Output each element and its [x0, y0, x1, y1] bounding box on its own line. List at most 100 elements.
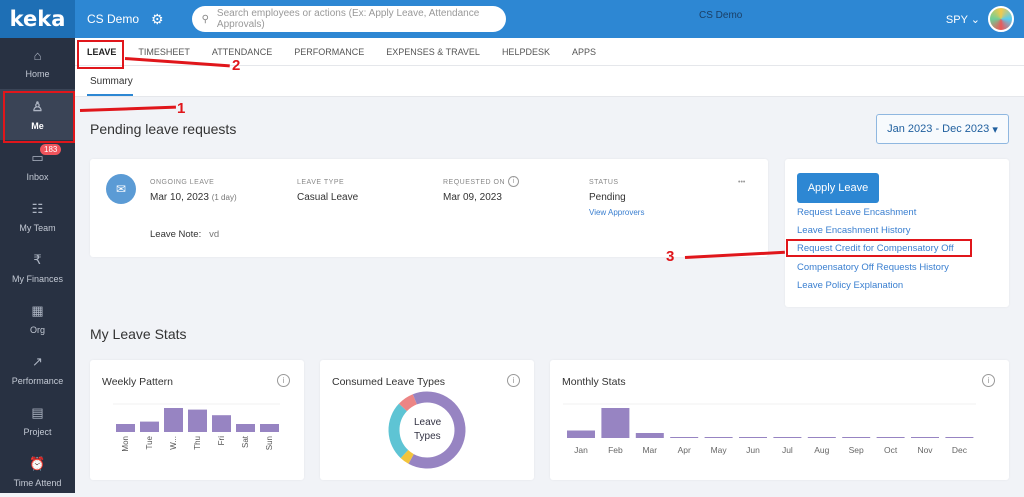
user-name: SPY	[945, 14, 968, 26]
leave-stats-title: My Leave Stats	[90, 326, 187, 342]
date-range-select[interactable]: Jan 2023 - Dec 2023 ▾	[876, 114, 1009, 144]
tick-label: Jan	[574, 445, 588, 455]
bar-Sat	[236, 424, 255, 432]
monthly-stats-card: Monthly Stats i Jan Feb Mar Apr May Jun Jul Aug…	[550, 360, 1009, 480]
ongoing-label: ONGOING LEAVE	[150, 179, 215, 186]
bar-Jun	[739, 437, 767, 438]
more-options-icon[interactable]: •••	[738, 179, 745, 186]
tick-label: Jul	[782, 445, 793, 455]
keka-logo[interactable]: keka	[0, 0, 75, 38]
donut-slice	[412, 391, 428, 405]
sidebar-item-label: My Team	[19, 222, 56, 233]
donut-center-label-1: Leave	[414, 417, 442, 428]
consumed-types-card: Consumed Leave Types i Leave Types	[320, 360, 534, 480]
sidebar-item-label: Performance	[11, 375, 64, 386]
company-name[interactable]: CS Demo	[87, 12, 139, 26]
user-menu[interactable]: SPY ⌄	[946, 13, 980, 26]
tab-expenses-travel[interactable]: EXPENSES & TRAVEL	[386, 47, 480, 57]
apply-leave-button[interactable]: Apply Leave	[797, 173, 879, 203]
caret-down-icon: ▾	[992, 123, 998, 136]
view-approvers-link[interactable]: View Approvers	[589, 208, 644, 217]
bar-Sep	[842, 437, 871, 438]
sidebar-item-label: Project	[23, 426, 52, 437]
status-label: STATUS	[589, 179, 619, 186]
bar-Mon	[116, 424, 135, 432]
donut-slice	[400, 449, 414, 464]
leave-policy-link[interactable]: Leave Policy Explanation	[797, 280, 903, 291]
requested-value: Mar 09, 2023	[443, 192, 502, 203]
type-value: Casual Leave	[297, 192, 359, 203]
sidebar-item-org[interactable]: ▦ Org	[0, 293, 75, 344]
trend-icon: ↗	[32, 353, 43, 369]
tick-label: W...	[169, 436, 178, 450]
search-input[interactable]: ⚲ Search employees or actions (Ex: Apply …	[191, 6, 506, 32]
ongoing-value: Mar 10, 2023 (1 day)	[150, 192, 237, 203]
avatar[interactable]	[988, 6, 1014, 32]
tick-label: Thu	[193, 436, 202, 450]
tick-label: Mar	[642, 445, 657, 455]
tab-helpdesk[interactable]: HELPDESK	[502, 47, 550, 57]
bar-Jul	[773, 437, 802, 438]
sidebar-item-performance[interactable]: ↗ Performance	[0, 344, 75, 395]
leave-icon: ✉	[106, 174, 136, 204]
tab-apps[interactable]: APPS	[572, 47, 596, 57]
bar-W...	[164, 408, 183, 432]
sidebar-item-label: Time Attend	[13, 477, 62, 488]
bar-Oct	[876, 437, 905, 438]
bar-Tue	[140, 421, 159, 432]
sidebar-item-inbox[interactable]: ▭ Inbox 183	[0, 140, 75, 191]
sidebar-item-time-attend[interactable]: ⏰ Time Attend	[0, 446, 75, 497]
tick-label: May	[711, 445, 728, 455]
leave-note: Leave Note: vd	[150, 229, 220, 240]
weekly-pattern-card: Weekly Pattern i Mon Tue W... Thu Fri Sat Sun	[90, 360, 304, 480]
bar-Sun	[260, 424, 279, 432]
donut-center-label-2: Types	[414, 431, 441, 442]
gear-icon[interactable]: ⚙	[151, 11, 164, 28]
sidebar-item-project[interactable]: ▤ Project	[0, 395, 75, 446]
annotation-number-3: 3	[666, 248, 675, 265]
bar-May	[704, 437, 733, 438]
sidebar-item-label: Org	[29, 324, 45, 335]
module-tabs: LEAVE TIMESHEET ATTENDANCE PERFORMANCE EXPEN…	[75, 38, 1024, 66]
bar-Dec	[945, 437, 974, 438]
requested-label: REQUESTED ON	[443, 179, 506, 186]
sidebar-item-label: My Finances	[11, 273, 64, 284]
bar-Mar	[635, 433, 664, 438]
bar-Thu	[188, 409, 207, 432]
donut-slice	[408, 391, 466, 469]
annotation-arrow-1	[79, 105, 176, 112]
tick-label: Feb	[608, 445, 623, 455]
sidebar-item-home[interactable]: ⌂ Home	[0, 38, 75, 89]
sidebar-item-my-finances[interactable]: ₹ My Finances	[0, 242, 75, 293]
tick-label: Nov	[917, 445, 933, 455]
sub-tabs: Summary	[75, 66, 1024, 97]
team-icon: ☷	[31, 200, 44, 216]
tab-timesheet[interactable]: TIMESHEET	[138, 47, 190, 57]
bar-Aug	[807, 437, 836, 438]
tick-label: Oct	[884, 445, 898, 455]
tick-label: Sun	[265, 436, 274, 450]
home-icon: ⌂	[33, 48, 42, 63]
annotation-number-2: 2	[232, 57, 241, 74]
status-value: Pending	[589, 192, 626, 203]
tick-label: Tue	[145, 435, 154, 449]
date-range-label: Jan 2023 - Dec 2023	[887, 123, 990, 135]
sidebar-item-my-team[interactable]: ☷ My Team	[0, 191, 75, 242]
sidebar-item-label: Inbox	[26, 171, 49, 182]
search-icon: ⚲	[201, 13, 209, 25]
tab-attendance[interactable]: ATTENDANCE	[212, 47, 272, 57]
comp-off-history-link[interactable]: Compensatory Off Requests History	[797, 262, 949, 273]
tab-summary[interactable]: Summary	[90, 76, 133, 87]
inbox-count-badge: 183	[40, 144, 62, 155]
annotation-box-leave	[77, 40, 124, 69]
donut-slice	[388, 403, 409, 459]
chevron-down-icon: ⌄	[970, 14, 980, 26]
top-bar: CS Demo ⚙ ⚲ Search employees or actions (…	[75, 0, 1024, 38]
tab-performance[interactable]: PERFORMANCE	[294, 47, 364, 57]
encashment-history-link[interactable]: Leave Encashment History	[797, 225, 911, 236]
search-placeholder: Search employees or actions (Ex: Apply L…	[216, 8, 480, 30]
tick-label: Dec	[952, 445, 968, 455]
info-icon[interactable]: i	[508, 176, 519, 187]
tick-label: Fri	[217, 436, 226, 446]
request-encashment-link[interactable]: Request Leave Encashment	[797, 207, 916, 218]
